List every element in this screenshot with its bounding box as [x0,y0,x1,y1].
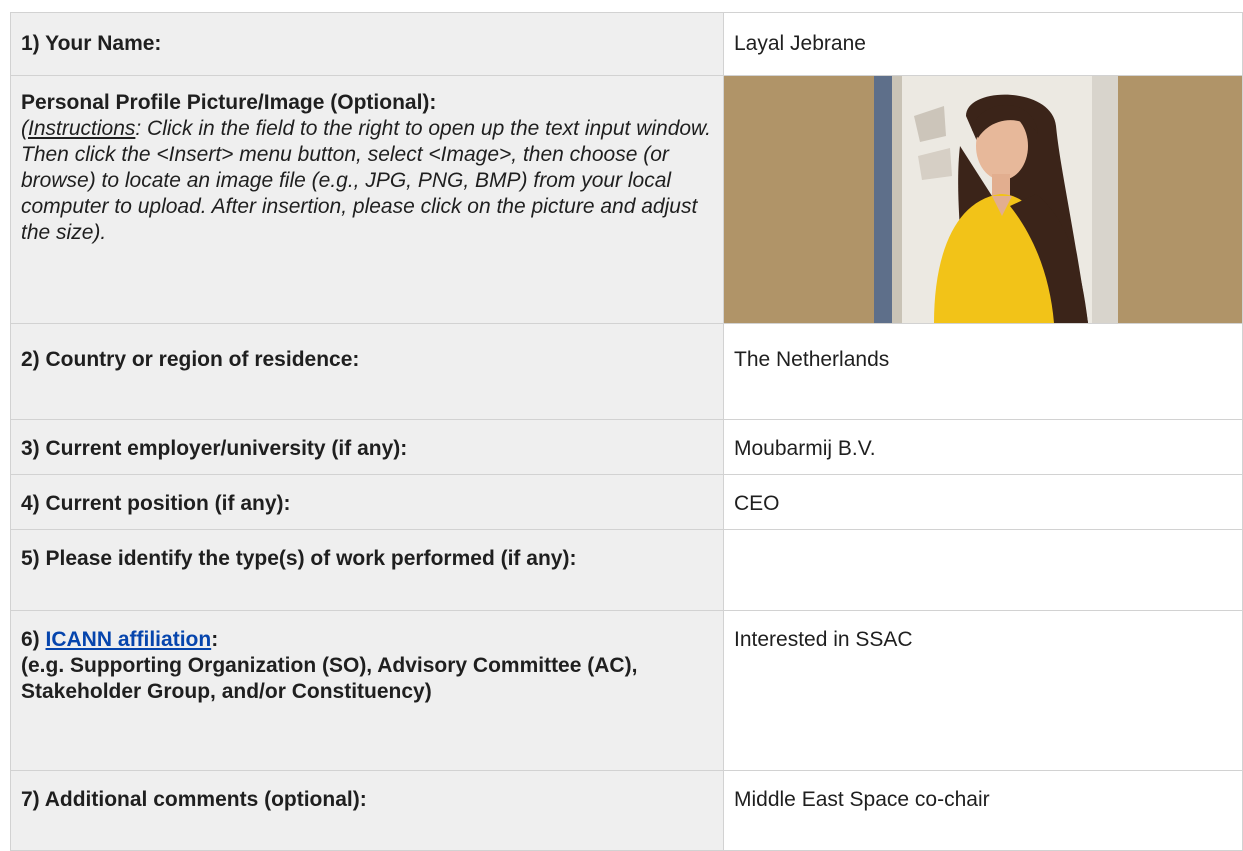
profile-form-table: 1) Your Name: Layal Jebrane Personal Pro… [10,12,1243,851]
photo-label-cell: Personal Profile Picture/Image (Optional… [10,75,724,324]
employer-value-cell[interactable]: Moubarmij B.V. [723,419,1243,475]
employer-label-cell: 3) Current employer/university (if any): [10,419,724,475]
name-value-cell[interactable]: Layal Jebrane [723,12,1243,76]
icann-affiliation-link[interactable]: ICANN affiliation [46,628,212,651]
affiliation-prefix: 6) [21,628,46,651]
row-name: 1) Your Name: Layal Jebrane [10,12,1243,76]
comments-value-cell[interactable]: Middle East Space co-chair [723,770,1243,851]
comments-label: 7) Additional comments (optional): [21,788,367,811]
affiliation-suffix: : [211,628,219,651]
position-label: 4) Current position (if any): [21,492,291,515]
employer-value: Moubarmij B.V. [734,437,876,460]
row-country: 2) Country or region of residence: The N… [10,323,1243,420]
photo-value-cell[interactable] [723,75,1243,324]
row-position: 4) Current position (if any): CEO [10,474,1243,530]
portrait-illustration [874,76,1118,323]
name-label-cell: 1) Your Name: [10,12,724,76]
affiliation-value: Interested in SSAC [734,628,913,651]
name-label: 1) Your Name: [21,32,162,55]
row-photo: Personal Profile Picture/Image (Optional… [10,75,1243,324]
work-label-cell: 5) Please identify the type(s) of work p… [10,529,724,611]
affiliation-heading: 6) ICANN affiliation: [21,627,713,653]
work-value-cell[interactable] [723,529,1243,611]
photo-instructions: (Instructions: Click in the field to the… [21,116,713,246]
position-value: CEO [734,492,780,515]
position-value-cell[interactable]: CEO [723,474,1243,530]
comments-label-cell: 7) Additional comments (optional): [10,770,724,851]
country-label-cell: 2) Country or region of residence: [10,323,724,420]
affiliation-value-cell[interactable]: Interested in SSAC [723,610,1243,771]
photo-label: Personal Profile Picture/Image (Optional… [21,91,437,114]
affiliation-label-cell: 6) ICANN affiliation: (e.g. Supporting O… [10,610,724,771]
country-value: The Netherlands [734,348,890,371]
country-value-cell[interactable]: The Netherlands [723,323,1243,420]
row-affiliation: 6) ICANN affiliation: (e.g. Supporting O… [10,610,1243,771]
affiliation-detail: (e.g. Supporting Organization (SO), Advi… [21,654,638,703]
work-label: 5) Please identify the type(s) of work p… [21,547,577,570]
name-value: Layal Jebrane [734,32,866,55]
employer-label: 3) Current employer/university (if any): [21,437,408,460]
profile-photo[interactable] [724,76,1242,323]
photo-background [874,76,1118,323]
instructions-open-paren: ( [21,117,28,140]
row-employer: 3) Current employer/university (if any):… [10,419,1243,475]
position-label-cell: 4) Current position (if any): [10,474,724,530]
country-label: 2) Country or region of residence: [21,348,360,371]
instructions-word: Instructions [28,117,136,140]
row-work: 5) Please identify the type(s) of work p… [10,529,1243,611]
comments-value: Middle East Space co-chair [734,788,990,811]
row-comments: 7) Additional comments (optional): Middl… [10,770,1243,851]
